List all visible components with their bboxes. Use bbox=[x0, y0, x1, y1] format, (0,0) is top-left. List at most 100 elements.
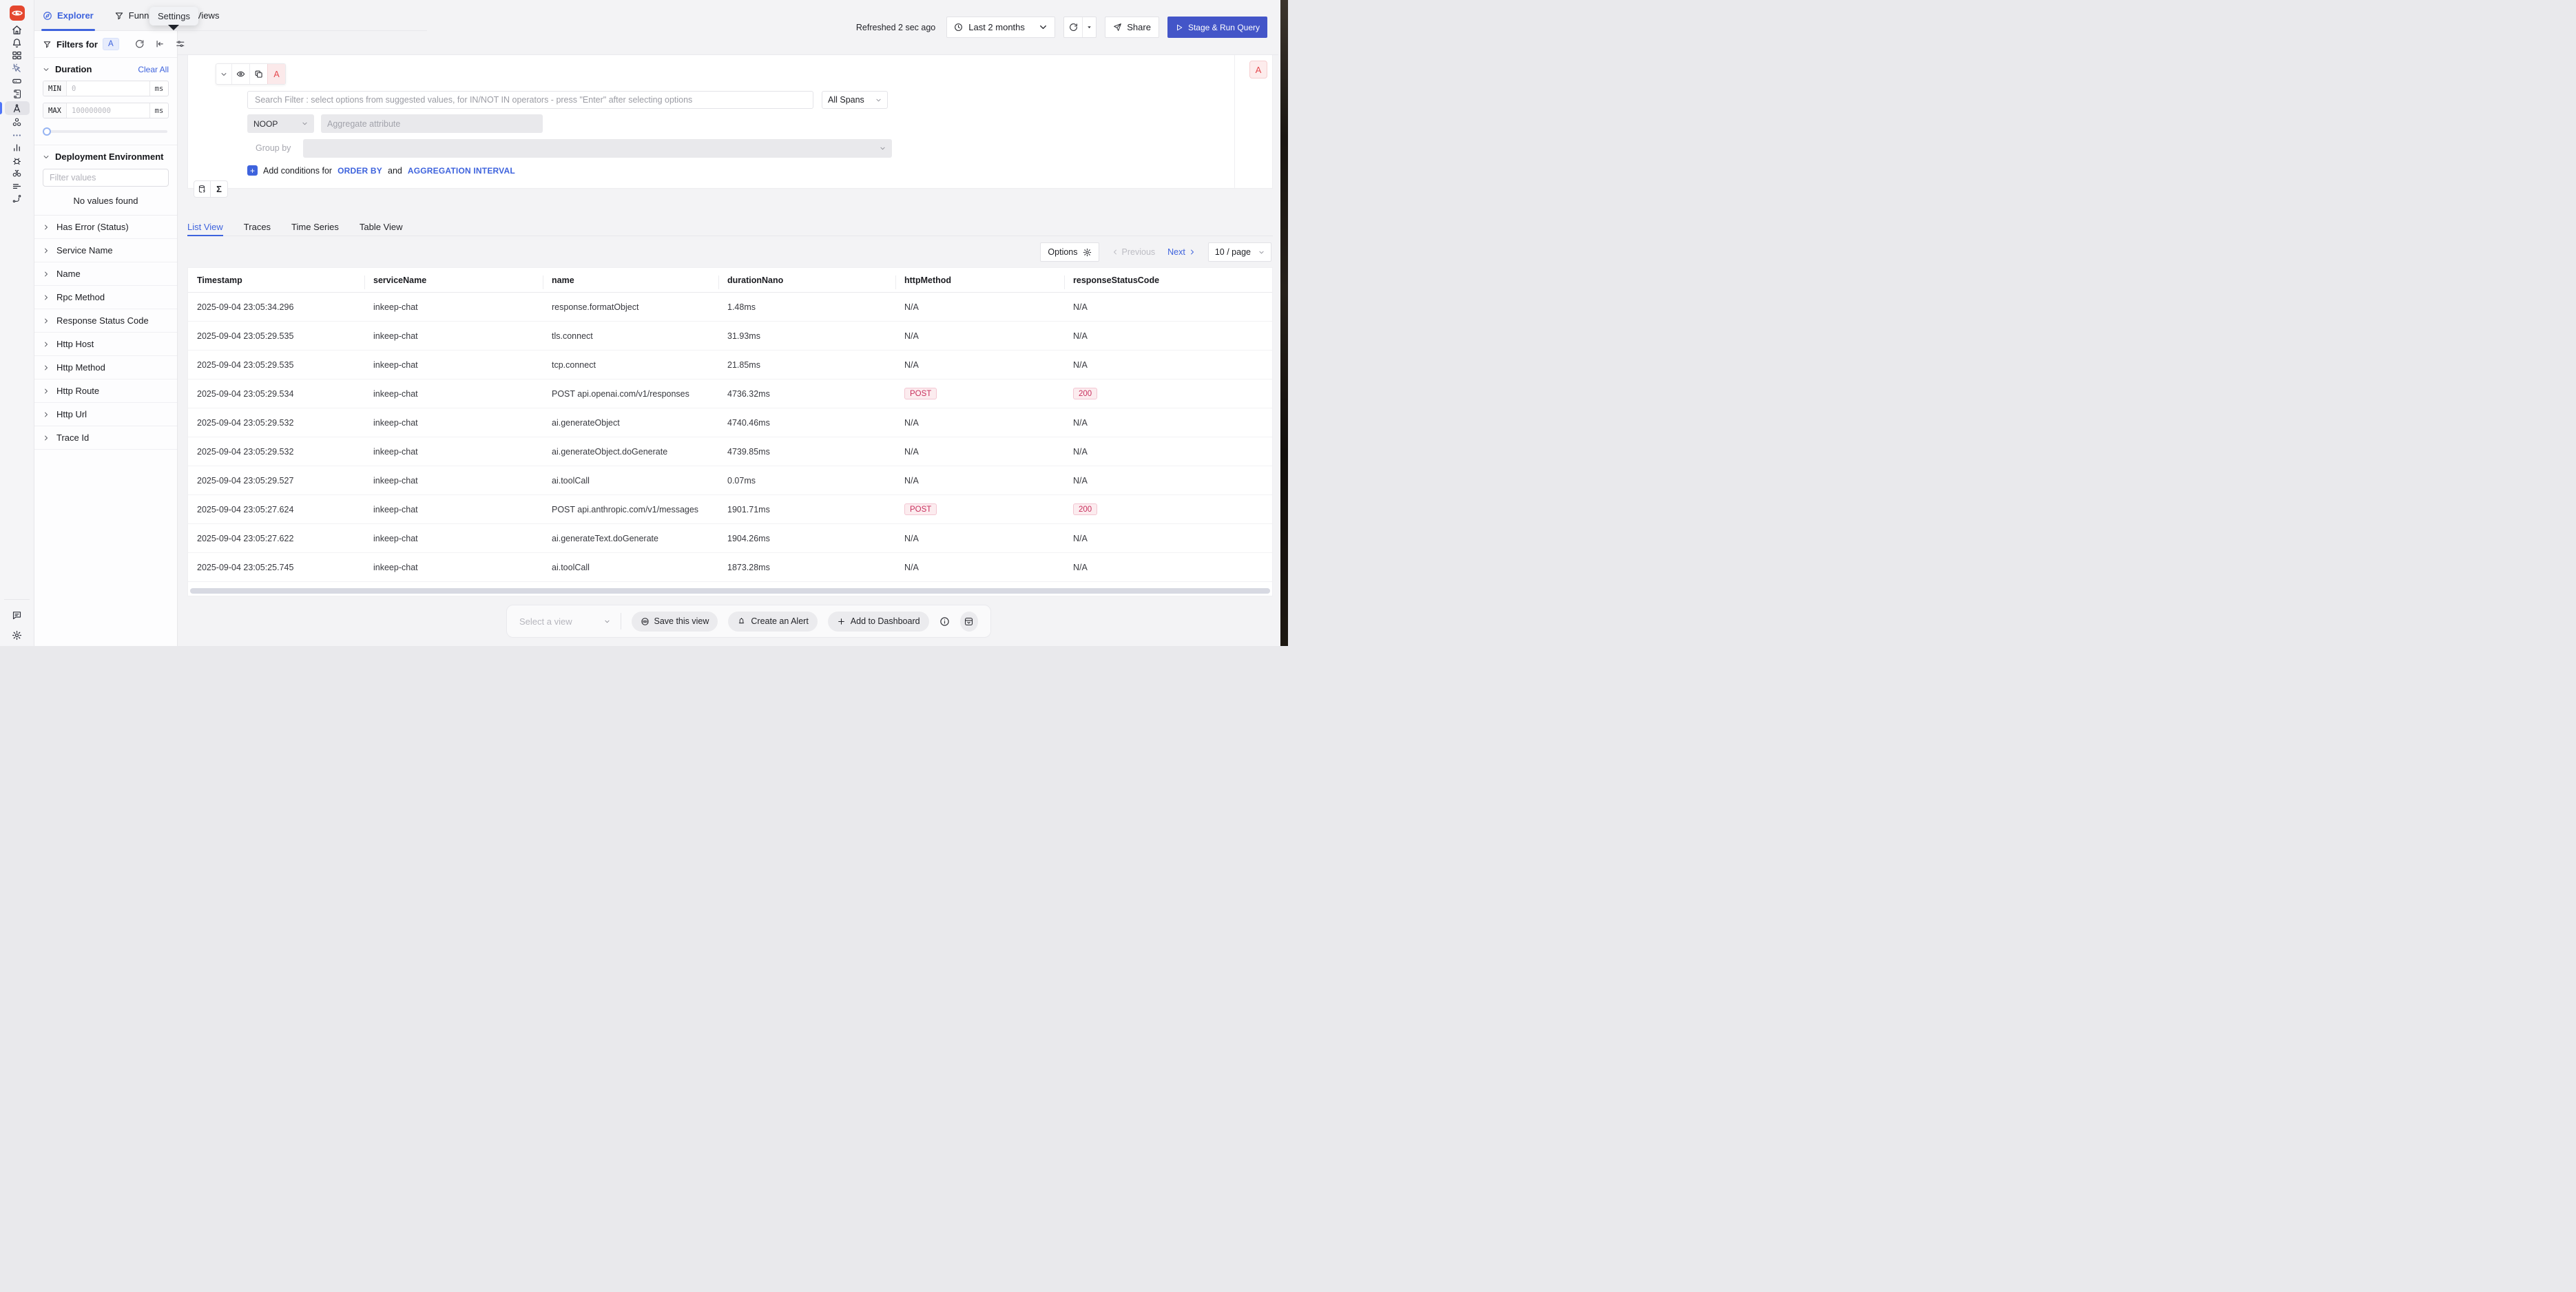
filter-section-response-status-code[interactable]: Response Status Code bbox=[34, 309, 177, 333]
filter-settings-icon[interactable] bbox=[176, 39, 185, 49]
refresh-button[interactable] bbox=[1064, 17, 1082, 37]
rail-item-support[interactable] bbox=[5, 609, 30, 621]
view-tab-traces[interactable]: Traces bbox=[244, 218, 271, 236]
filter-section-has-error-status-[interactable]: Has Error (Status) bbox=[34, 216, 177, 239]
rail-item-home[interactable] bbox=[5, 25, 30, 36]
horizontal-scrollbar[interactable] bbox=[190, 588, 1270, 594]
query-a-chip[interactable]: A bbox=[103, 38, 119, 50]
rail-item-more[interactable] bbox=[5, 130, 30, 141]
rail-item-settings[interactable] bbox=[5, 629, 30, 640]
rail-item-pipelines[interactable] bbox=[5, 181, 30, 192]
exceptions-icon bbox=[12, 156, 22, 166]
table-row[interactable]: 2025-09-04 23:05:29.535inkeep-chattls.co… bbox=[188, 322, 1272, 351]
collapse-footer-icon[interactable] bbox=[960, 612, 978, 632]
view-tab-list-view[interactable]: List View bbox=[187, 218, 223, 236]
table-row[interactable]: 2025-09-04 23:05:29.527inkeep-chatai.too… bbox=[188, 466, 1272, 495]
aggregation-interval-link[interactable]: AGGREGATION INTERVAL bbox=[408, 166, 515, 176]
chevron-down-icon[interactable] bbox=[43, 66, 50, 73]
table-row[interactable]: 2025-09-04 23:05:25.745inkeep-chatai.too… bbox=[188, 553, 1272, 582]
view-tab-table-view[interactable]: Table View bbox=[360, 218, 403, 236]
span-scope-select[interactable]: All Spans bbox=[822, 91, 888, 109]
page-size-select[interactable]: 10 / page bbox=[1208, 242, 1271, 262]
rail-item-exceptions[interactable] bbox=[5, 156, 30, 167]
rail-item-metrics[interactable] bbox=[5, 143, 30, 154]
rail-item-explore[interactable] bbox=[5, 168, 30, 179]
table-row[interactable]: 2025-09-04 23:05:29.535inkeep-chattcp.co… bbox=[188, 351, 1272, 379]
slider-track[interactable] bbox=[44, 130, 167, 133]
app-logo-icon[interactable] bbox=[9, 5, 25, 21]
info-icon[interactable] bbox=[939, 616, 950, 627]
table-row[interactable]: 2025-09-04 23:05:34.296inkeep-chatrespon… bbox=[188, 293, 1272, 322]
filter-section-rpc-method[interactable]: Rpc Method bbox=[34, 286, 177, 309]
save-view-button[interactable]: Save this view bbox=[632, 612, 718, 632]
options-label: Options bbox=[1048, 247, 1077, 257]
service-cell: inkeep-chat bbox=[364, 360, 543, 370]
tab-explorer[interactable]: Explorer bbox=[43, 0, 94, 31]
view-tab-time-series[interactable]: Time Series bbox=[291, 218, 339, 236]
table-row[interactable]: 2025-09-04 23:05:27.622inkeep-chatai.gen… bbox=[188, 524, 1272, 553]
status-badge: POST bbox=[904, 503, 937, 515]
filter-section-name[interactable]: Name bbox=[34, 262, 177, 286]
table-row[interactable]: 2025-09-04 23:05:27.624inkeep-chatPOST a… bbox=[188, 495, 1272, 524]
table-row[interactable]: 2025-09-04 23:05:29.532inkeep-chatai.gen… bbox=[188, 437, 1272, 466]
footer-action-bar: Select a view Save this view Create an A… bbox=[506, 605, 991, 638]
formula-sigma-icon[interactable]: Σ bbox=[211, 180, 228, 198]
rail-item-messaging[interactable] bbox=[5, 117, 30, 128]
search-filter-input[interactable] bbox=[247, 91, 813, 109]
chevron-down-icon bbox=[880, 145, 886, 152]
chevron-right-icon bbox=[43, 294, 50, 301]
rail-item-get-started[interactable] bbox=[5, 63, 30, 74]
add-condition-button[interactable]: + bbox=[247, 165, 258, 176]
filter-section-http-method[interactable]: Http Method bbox=[34, 356, 177, 379]
share-button[interactable]: Share bbox=[1105, 17, 1159, 38]
aggregate-attribute-field[interactable]: Aggregate attribute bbox=[321, 114, 543, 133]
clone-query-icon[interactable] bbox=[249, 64, 267, 84]
duration-min-input[interactable] bbox=[67, 81, 149, 96]
time-range-select[interactable]: Last 2 months bbox=[946, 17, 1055, 38]
sync-filters-icon[interactable] bbox=[135, 39, 145, 49]
rail-item-logs[interactable] bbox=[5, 89, 30, 100]
table-body: 2025-09-04 23:05:34.296inkeep-chatrespon… bbox=[188, 293, 1272, 582]
filter-section-http-host[interactable]: Http Host bbox=[34, 333, 177, 356]
aggregate-operator-select[interactable]: NOOP bbox=[247, 114, 314, 133]
slider-handle[interactable] bbox=[43, 127, 51, 136]
collapse-panel-icon[interactable] bbox=[155, 39, 165, 49]
order-by-link[interactable]: ORDER BY bbox=[337, 166, 382, 176]
rail-item-dashboards[interactable] bbox=[5, 50, 30, 61]
chevron-down-icon[interactable] bbox=[43, 154, 50, 160]
query-a-badge[interactable]: A bbox=[1249, 61, 1267, 79]
table-row[interactable]: 2025-09-04 23:05:29.534inkeep-chatPOST a… bbox=[188, 379, 1272, 408]
duration-max-input[interactable] bbox=[67, 103, 149, 118]
add-to-dashboard-button[interactable]: Add to Dashboard bbox=[828, 612, 929, 632]
filter-section-http-url[interactable]: Http Url bbox=[34, 403, 177, 426]
stage-run-query-button[interactable]: Stage & Run Query bbox=[1167, 17, 1267, 38]
toggle-visibility-icon[interactable] bbox=[231, 64, 249, 84]
table-row[interactable]: 2025-09-04 23:05:29.532inkeep-chatai.gen… bbox=[188, 408, 1272, 437]
chevron-right-icon bbox=[43, 411, 50, 418]
query-letter-cell[interactable]: A bbox=[267, 64, 285, 84]
filter-section-service-name[interactable]: Service Name bbox=[34, 239, 177, 262]
filter-section-label: Http Host bbox=[56, 339, 94, 349]
rail-item-infrastructure[interactable] bbox=[5, 76, 30, 87]
query-source-icon[interactable] bbox=[194, 180, 211, 198]
duration-cell: 0.07ms bbox=[718, 476, 895, 486]
query-toolbar: A bbox=[216, 63, 286, 85]
rail-item-traces[interactable] bbox=[5, 101, 30, 115]
chevron-down-icon bbox=[875, 97, 882, 103]
rail-top bbox=[0, 25, 34, 205]
options-button[interactable]: Options bbox=[1040, 242, 1099, 262]
clear-all-link[interactable]: Clear All bbox=[138, 65, 169, 74]
refresh-caret-button[interactable] bbox=[1082, 17, 1096, 37]
filter-section-trace-id[interactable]: Trace Id bbox=[34, 426, 177, 450]
previous-page-button[interactable]: Previous bbox=[1112, 247, 1156, 257]
deployment-filter-input[interactable] bbox=[43, 169, 169, 187]
filter-section-http-route[interactable]: Http Route bbox=[34, 379, 177, 403]
select-view-dropdown[interactable]: Select a view bbox=[519, 616, 610, 627]
rail-item-integrations[interactable] bbox=[5, 194, 30, 205]
filter-section-label: Response Status Code bbox=[56, 315, 149, 326]
group-by-select[interactable] bbox=[303, 139, 892, 158]
collapse-query-icon[interactable] bbox=[216, 64, 231, 84]
rail-item-alerts[interactable] bbox=[5, 38, 30, 49]
next-page-button[interactable]: Next bbox=[1167, 247, 1196, 257]
create-alert-button[interactable]: Create an Alert bbox=[728, 612, 817, 632]
